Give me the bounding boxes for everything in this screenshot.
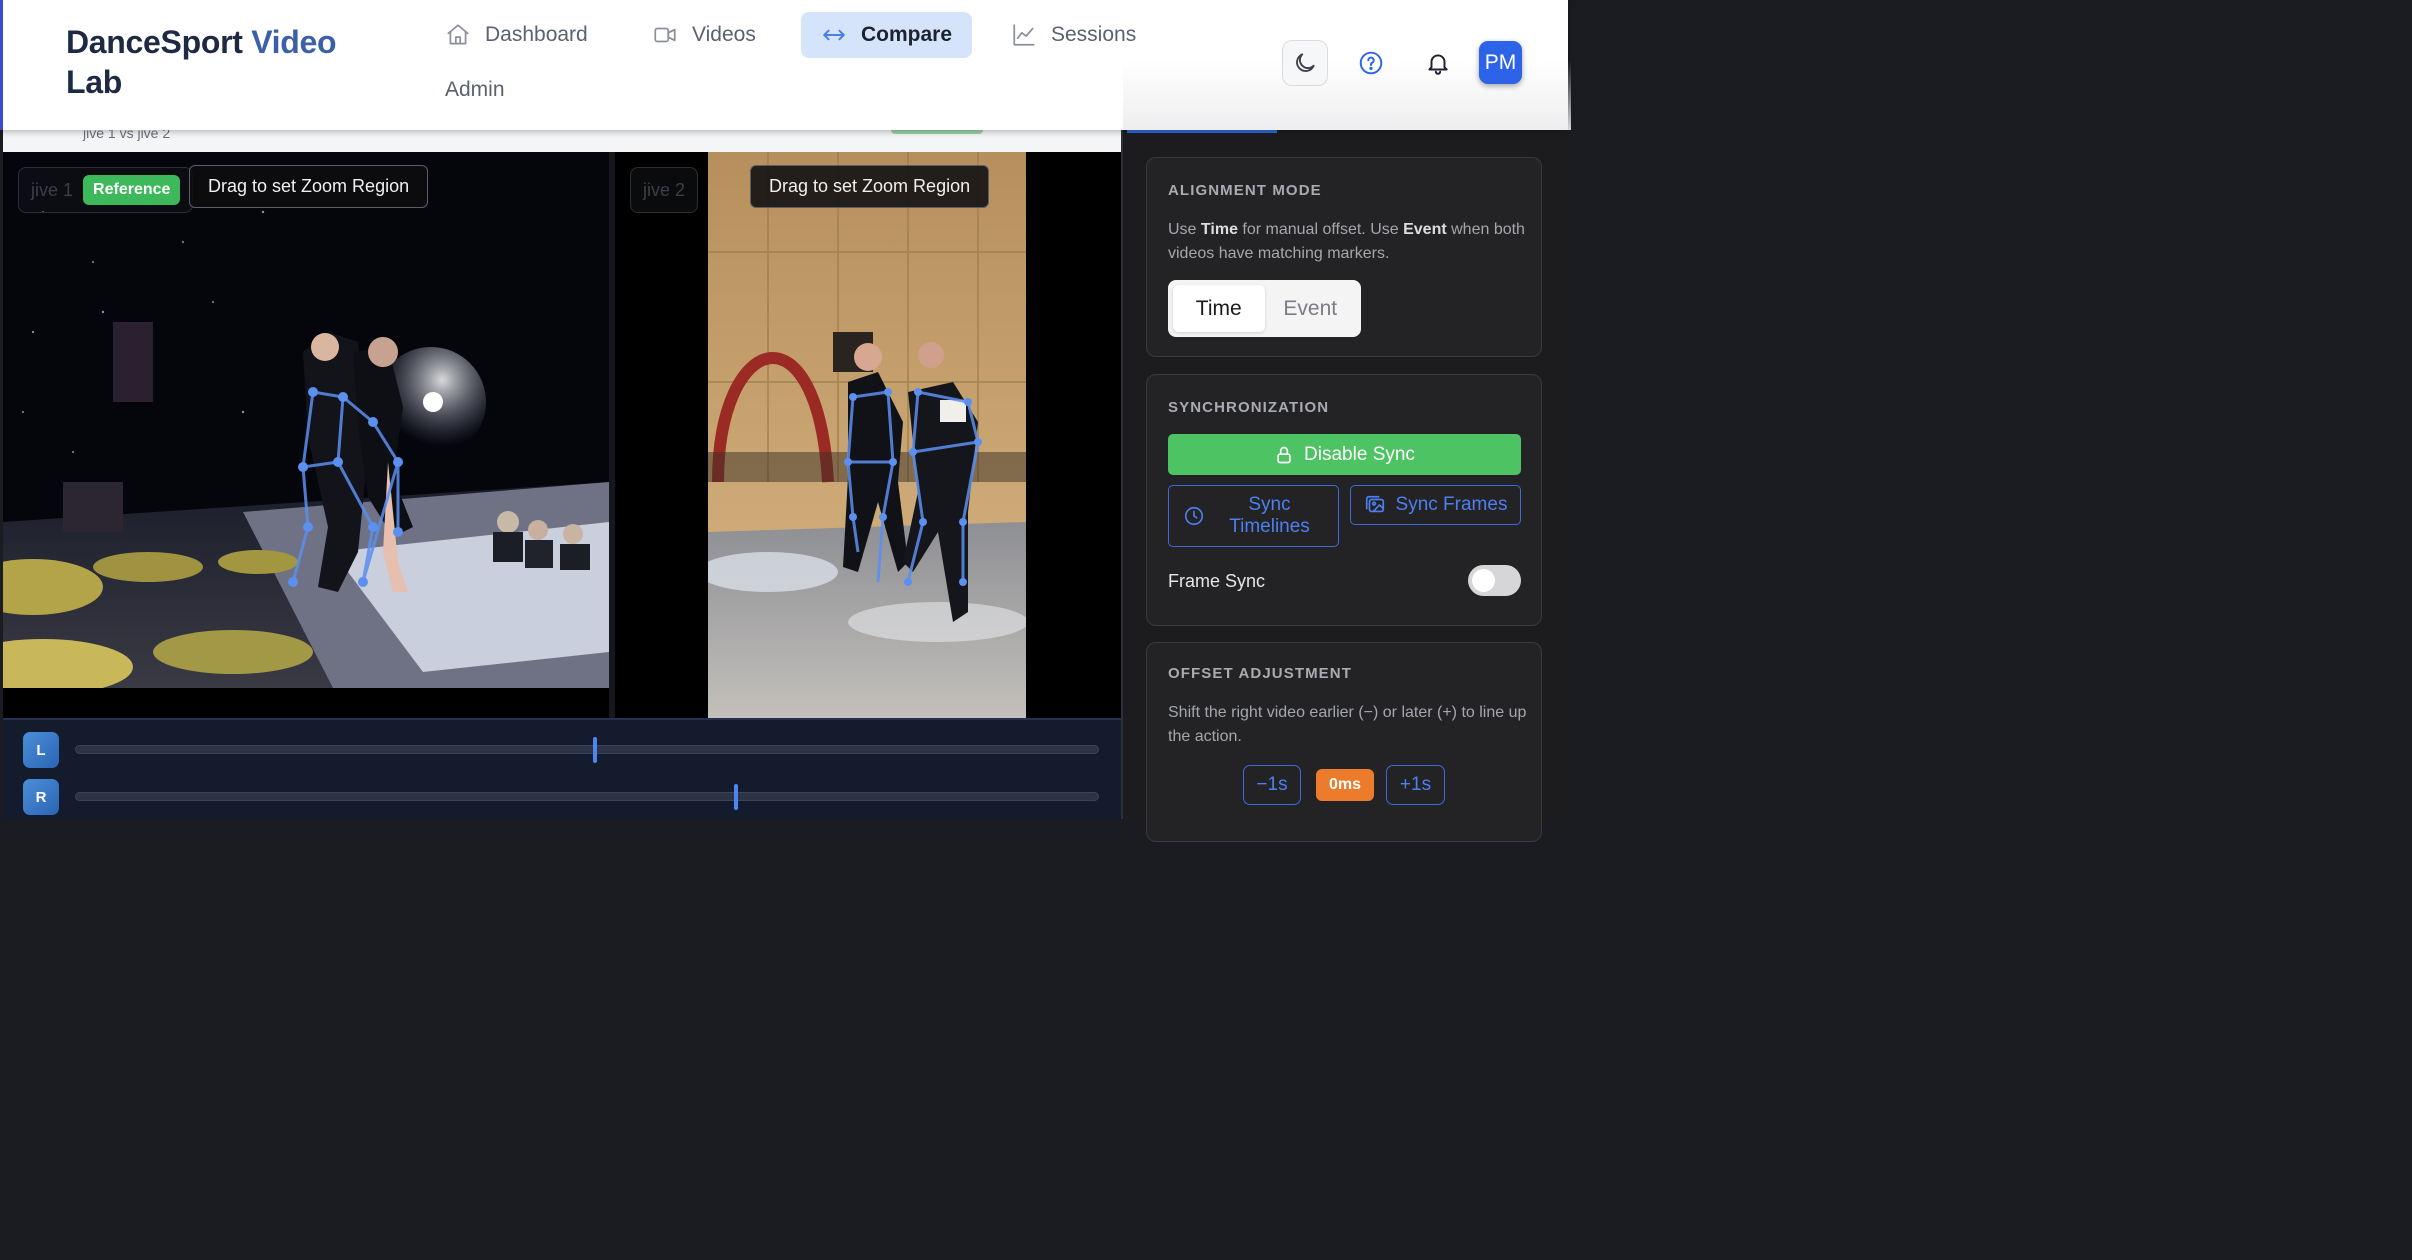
nav-dashboard-label: Dashboard [485,23,588,46]
nav-videos-label: Videos [692,23,756,46]
nav-sessions[interactable]: Sessions [991,12,1156,58]
nav-dashboard[interactable]: Dashboard [425,12,608,58]
left-track-label: L [23,732,59,768]
disable-sync-label: Disable Sync [1304,443,1415,465]
alignment-option-time[interactable]: Time [1173,285,1265,332]
brand-word-video: Video [251,24,337,60]
nav-sessions-label: Sessions [1051,23,1137,46]
lock-icon [1277,446,1291,463]
synchronization-title: SYNCHRONIZATION [1168,399,1330,416]
right-playhead[interactable] [734,784,739,810]
right-track-label: R [23,779,59,815]
right-video-pane[interactable]: jive 2 Drag to set Zoom Region [615,152,1121,718]
left-video-frame[interactable] [3,152,609,688]
sync-frames-button[interactable]: Sync Frames [1350,485,1521,525]
left-video-label: jive 1 Reference [18,167,194,213]
offset-minus-button[interactable]: −1s [1243,765,1301,805]
video-compare-area: jive 1 Reference Drag to set Zoom Region [3,152,1121,718]
brand-word-dancesport: DanceSport [66,24,252,60]
right-video-frame[interactable] [708,152,1026,718]
offset-adjustment-card: OFFSET ADJUSTMENT Shift the right video … [1146,642,1542,842]
left-video-name: jive 1 [31,179,74,200]
brand-word-lab: Lab [66,64,122,100]
active-tab-indicator [1127,130,1277,133]
nav-videos[interactable]: Videos [632,12,776,58]
compare-sidebar: ALIGNMENT MODE Use Time for manual offse… [1121,130,1568,842]
left-video-pane[interactable]: jive 1 Reference Drag to set Zoom Region [3,152,609,718]
frame-sync-toggle-knob [1472,569,1495,592]
arrows-left-right-icon [823,29,845,41]
sync-timelines-button[interactable]: Sync Timelines [1168,485,1339,547]
video-camera-icon [654,27,676,43]
alignment-mode-description: Use Time for manual offset. Use Event wh… [1168,221,1525,262]
compare-title-strip: jive 1 vs jive 2 [3,125,1121,152]
alignment-mode-card: ALIGNMENT MODE Use Time for manual offse… [1146,157,1542,357]
frame-sync-label: Frame Sync [1168,571,1266,591]
synchronization-card: SYNCHRONIZATION Disable Sync Sync Timeli… [1146,374,1542,626]
notifications-button[interactable] [1415,40,1461,86]
moon-icon [1296,53,1315,72]
right-video-name: jive 2 [643,179,686,200]
offset-adjustment-title: OFFSET ADJUSTMENT [1168,665,1352,682]
user-avatar[interactable]: PM [1479,41,1522,84]
offset-adjustment-description: Shift the right video earlier (−) or lat… [1168,704,1527,745]
help-circle-icon [1359,51,1383,75]
app-brand[interactable]: DanceSport Video Lab [66,22,366,102]
left-zoom-hint: Drag to set Zoom Region [189,165,429,208]
right-video-label: jive 2 [630,167,699,213]
right-timeline-track[interactable] [75,784,1099,810]
right-video-image [708,152,1026,718]
sync-timelines-label: Sync Timelines [1229,494,1310,537]
nav-admin[interactable]: Admin [425,67,525,113]
timeline-panel: L R [3,718,1121,819]
top-nav-bar: DanceSport Video Lab Dashboard Videos Co… [0,0,1571,130]
help-button[interactable] [1348,40,1394,86]
sync-frames-label: Sync Frames [1395,494,1508,515]
clock-icon [1184,506,1204,526]
frame-sync-toggle[interactable] [1468,565,1521,596]
images-icon [1365,495,1384,513]
alignment-mode-title: ALIGNMENT MODE [1168,182,1322,199]
offset-plus-button[interactable]: +1s [1386,765,1445,805]
nav-compare[interactable]: Compare [801,12,973,58]
bell-icon [1428,54,1448,75]
alignment-option-event[interactable]: Event [1265,285,1357,332]
left-playhead[interactable] [593,737,598,763]
alignment-mode-toggle: Time Event [1168,280,1361,337]
right-zoom-hint: Drag to set Zoom Region [750,165,990,208]
home-icon [447,24,469,45]
trend-chart-icon [1013,24,1035,46]
left-video-image [3,152,609,688]
left-timeline-track[interactable] [75,737,1099,763]
nav-compare-label: Compare [861,23,953,46]
status-button-edge[interactable] [891,130,983,134]
nav-admin-label: Admin [445,78,505,101]
offset-value-badge: 0ms [1316,769,1374,801]
reference-badge: Reference [83,175,181,205]
disable-sync-button[interactable]: Disable Sync [1168,434,1521,475]
theme-toggle-button[interactable] [1282,40,1328,86]
